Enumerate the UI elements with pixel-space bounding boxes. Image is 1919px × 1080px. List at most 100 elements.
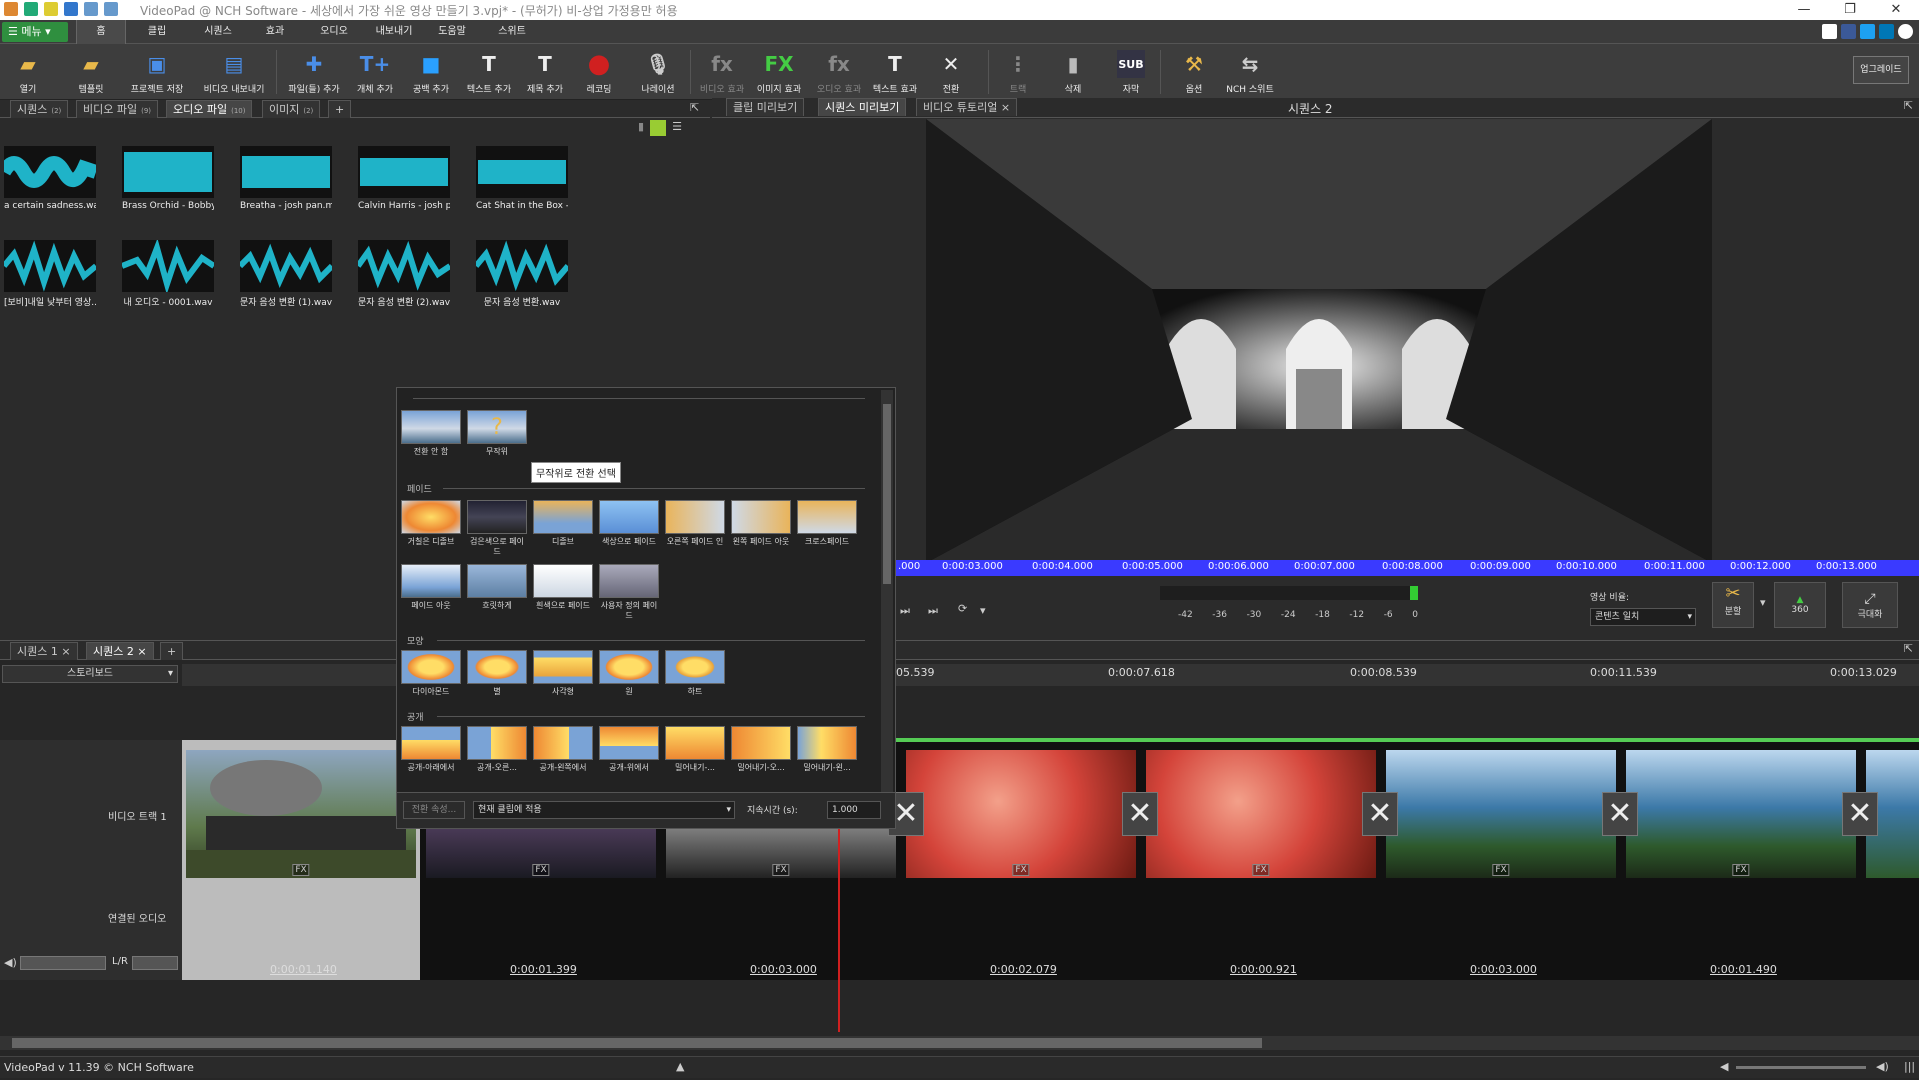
facebook-icon[interactable] [1841, 24, 1856, 39]
fx-badge[interactable]: FX [1012, 864, 1030, 876]
fx-badge[interactable]: FX [1252, 864, 1270, 876]
tab-audio-files[interactable]: 오디오 파일 (10) [166, 100, 253, 118]
preview-ruler[interactable]: .000 0:00:03.000 0:00:04.000 0:00:05.000… [896, 560, 1919, 576]
transition-item[interactable]: 검은색으로 페이드 [467, 500, 527, 557]
upgrade-button[interactable]: 업그레이드 [1853, 56, 1909, 84]
transition-slot[interactable]: ✕ [1842, 792, 1878, 836]
clip-duration[interactable]: 0:00:01.490 [1710, 963, 1777, 976]
media-item[interactable]: [보비]내일 낮부터 영상... [1, 240, 98, 308]
close-tab-icon[interactable]: × [1001, 101, 1010, 114]
add-object-button[interactable]: T+ 개체 추가 [350, 48, 400, 98]
transition-item[interactable]: 공개-아래에서 [401, 726, 461, 773]
zoom-slider[interactable] [1736, 1066, 1866, 1069]
redo-icon[interactable] [104, 2, 118, 16]
transition-item[interactable]: 흰색으로 페이드 [533, 564, 593, 611]
zoom-out-icon[interactable]: ◀ [1720, 1060, 1728, 1073]
meter-icon[interactable]: ||| [1904, 1060, 1915, 1073]
transition-item[interactable]: 사각형 [533, 650, 593, 697]
fx-badge[interactable]: FX [292, 864, 310, 876]
undock-icon[interactable]: ⇱ [690, 101, 699, 114]
subtitle-button[interactable]: SUB 자막 [1110, 48, 1152, 98]
delete-button[interactable]: ▮ 삭제 [1052, 48, 1094, 98]
tab-images[interactable]: 이미지 (2) [262, 100, 321, 118]
transition-item[interactable]: 밀어내기-... [665, 726, 725, 773]
transition-item[interactable]: 왼쪽 페이드 아웃 [731, 500, 791, 547]
undo-icon[interactable] [84, 2, 98, 16]
fx-badge[interactable]: FX [772, 864, 790, 876]
text-effects-button[interactable]: T 텍스트 효과 [868, 48, 922, 98]
options-button[interactable]: ⚒ 옵션 [1174, 48, 1214, 98]
tab-home[interactable]: 홈 [76, 20, 126, 44]
media-item[interactable]: 문자 음성 변환 (2).wav [355, 240, 452, 308]
transition-item[interactable]: 흐릿하게 [467, 564, 527, 611]
add-title-button[interactable]: T 제목 추가 [518, 48, 572, 98]
audio-effects-button[interactable]: fx 오디오 효과 [812, 48, 866, 98]
tab-video-tutorial[interactable]: 비디오 튜토리얼 × [916, 98, 1018, 116]
split-dropdown-icon[interactable]: ▾ [1760, 596, 1766, 609]
clip-duration[interactable]: 0:00:02.079 [990, 963, 1057, 976]
help-icon[interactable] [1898, 24, 1913, 39]
tab-audio[interactable]: 오디오 [306, 20, 362, 44]
close-button[interactable]: ✕ [1873, 0, 1919, 20]
add-sequence-button[interactable]: + [160, 642, 184, 660]
restore-button[interactable]: ❐ [1827, 0, 1873, 20]
clip-duration[interactable]: 0:00:00.921 [1230, 963, 1297, 976]
open-button[interactable]: ▰ 열기 [8, 48, 48, 98]
narration-button[interactable]: 🎙 나레이션 [634, 48, 682, 98]
tab-sequences[interactable]: 시퀀스 (2) [10, 100, 69, 118]
transition-slot[interactable]: ✕ [1362, 792, 1398, 836]
transition-item[interactable]: 색상으로 페이드 [599, 500, 659, 547]
tab-video-files[interactable]: 비디오 파일 (9) [76, 100, 159, 118]
apply-scope-select[interactable]: 현재 클립에 적용 ▾ [473, 801, 735, 819]
minimize-button[interactable]: — [1781, 0, 1827, 20]
media-item[interactable]: 문자 음성 변환.wav [473, 240, 571, 308]
transition-item[interactable]: 거칠은 디졸브 [401, 500, 461, 547]
nch-suite-button[interactable]: ⇆ NCH 스위트 [1222, 48, 1278, 98]
tab-sequence-preview[interactable]: 시퀀스 미리보기 [818, 98, 907, 116]
fx-badge[interactable]: FX [1492, 864, 1510, 876]
transition-item[interactable]: 오른쪽 페이드 인 [665, 500, 725, 547]
next-frame-icon[interactable]: ⏭ [900, 604, 910, 618]
transition-item[interactable]: 공개-위에서 [599, 726, 659, 773]
tab-clip-preview[interactable]: 클립 미리보기 [726, 98, 805, 116]
speaker-icon[interactable]: ◀) [4, 956, 17, 969]
undock-icon[interactable]: ⇱ [1904, 99, 1913, 112]
fullscreen-button[interactable]: ⤢ 극대화 [1842, 582, 1898, 628]
fx-badge[interactable]: FX [532, 864, 550, 876]
tab-effects[interactable]: 효과 [250, 20, 300, 44]
transition-none[interactable]: 전환 안 함 [401, 410, 461, 457]
media-item[interactable]: Breatha - josh pan.mp3 [240, 146, 332, 211]
tab-clip[interactable]: 클립 [132, 20, 182, 44]
timeline-scrollbar[interactable] [0, 1036, 1919, 1050]
add-files-button[interactable]: ✚ 파일(들) 추가 [282, 48, 346, 98]
transition-item[interactable]: 하트 [665, 650, 725, 697]
clip-duration[interactable]: 0:00:01.399 [510, 963, 577, 976]
loop-icon[interactable]: ⟳ [958, 602, 967, 615]
transition-scrollbar[interactable] [881, 390, 893, 792]
clip-duration[interactable]: 0:00:03.000 [1470, 963, 1537, 976]
close-tab-icon[interactable]: × [61, 645, 70, 658]
media-item[interactable]: Brass Orchid - Bobby ... [122, 146, 214, 211]
bin-list-view-icon[interactable]: ☰ [672, 120, 682, 136]
linkedin-icon[interactable] [1879, 24, 1894, 39]
add-text-button[interactable]: T 텍스트 추가 [462, 48, 516, 98]
close-tab-icon[interactable]: × [137, 645, 146, 658]
transition-slot[interactable]: ✕ [1602, 792, 1638, 836]
duration-input[interactable]: 1.000 [827, 801, 881, 819]
media-item[interactable]: a certain sadness.wav [0, 146, 99, 211]
new-icon[interactable] [24, 2, 38, 16]
preview-video[interactable] [926, 119, 1712, 563]
pan-slider[interactable] [132, 956, 178, 970]
like-icon[interactable] [1822, 24, 1837, 39]
tab-suite[interactable]: 스위트 [484, 20, 540, 44]
bin-add-folder-icon[interactable] [650, 120, 667, 136]
tab-help[interactable]: 도움말 [424, 20, 480, 44]
transition-item[interactable]: 원 [599, 650, 659, 697]
collapse-panel-icon[interactable]: ▲ [676, 1060, 684, 1073]
transition-properties-button[interactable]: 전환 속성... [403, 801, 465, 819]
split-button[interactable]: ✂ 분할 [1712, 582, 1754, 628]
media-item[interactable]: 문자 음성 변환 (1).wav [237, 240, 335, 308]
transition-item[interactable]: 별 [467, 650, 527, 697]
transition-random[interactable]: ? 무작위 [467, 410, 527, 457]
timeline-clip[interactable]: FX [186, 750, 416, 878]
